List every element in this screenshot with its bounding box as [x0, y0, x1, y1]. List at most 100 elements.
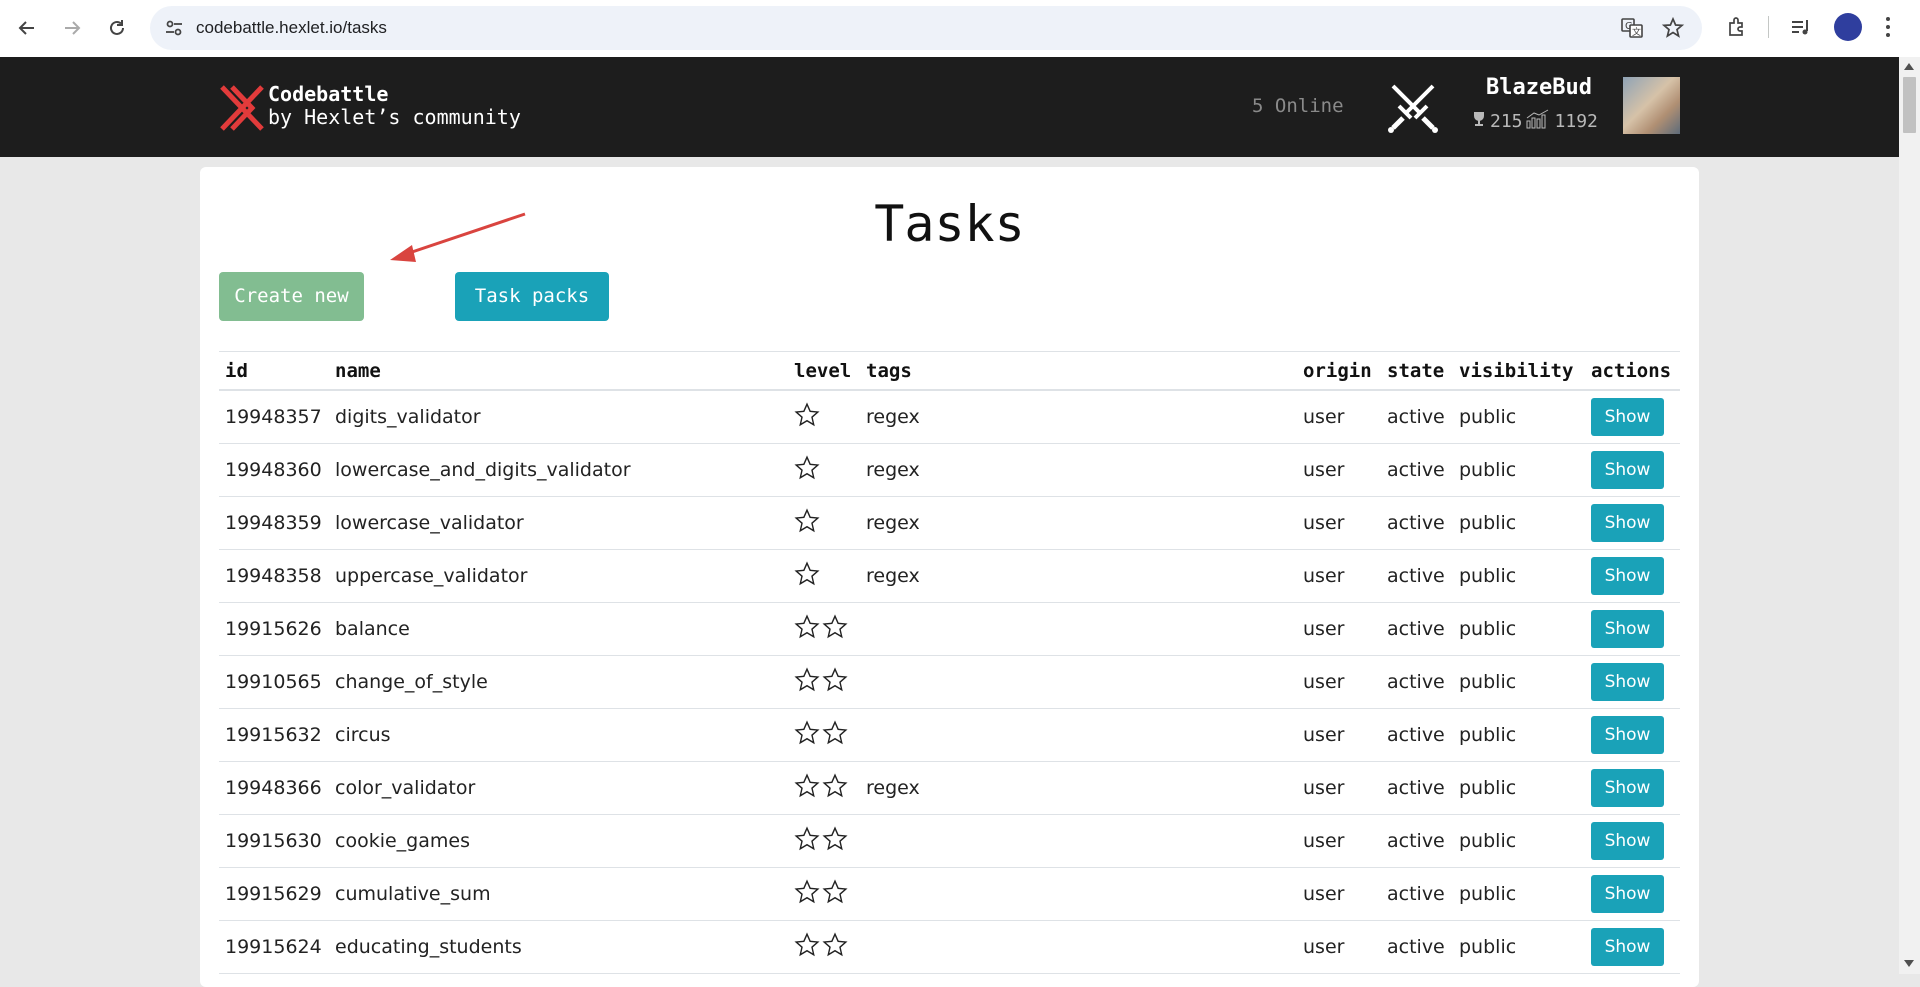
- task-actions: Show: [1585, 549, 1680, 603]
- star-icon: [794, 666, 820, 698]
- svg-text:文: 文: [1632, 26, 1641, 38]
- page-scrollbar[interactable]: [1899, 57, 1920, 974]
- task-id: 19948366: [219, 761, 329, 815]
- show-button[interactable]: Show: [1591, 451, 1664, 489]
- site-info-icon[interactable]: [162, 16, 186, 40]
- column-header-id[interactable]: id: [219, 351, 329, 391]
- task-level: [788, 814, 860, 868]
- table-row: 19948357 digits_validator regex user active p…: [219, 390, 1680, 444]
- create-task-button[interactable]: Create new task: [219, 272, 364, 356]
- show-button[interactable]: Show: [1591, 875, 1664, 913]
- translate-icon[interactable]: G文: [1620, 16, 1644, 40]
- show-button[interactable]: Show: [1591, 557, 1664, 595]
- show-button[interactable]: Show: [1591, 928, 1664, 966]
- crossed-swords-icon[interactable]: [1385, 80, 1441, 136]
- logo-icon[interactable]: [218, 83, 264, 133]
- show-button[interactable]: Show: [1591, 769, 1664, 807]
- task-name: change_of_style: [329, 655, 788, 709]
- scroll-up-arrow[interactable]: [1904, 63, 1914, 70]
- show-button[interactable]: Show: [1591, 398, 1664, 436]
- task-state: active: [1381, 655, 1453, 709]
- task-tags: [860, 814, 1297, 868]
- bookmark-star-icon[interactable]: [1661, 16, 1685, 40]
- task-tags: regex: [860, 761, 1297, 815]
- level-stars: [794, 772, 854, 804]
- task-level: [788, 443, 860, 497]
- task-origin: user: [1297, 390, 1381, 444]
- forward-icon[interactable]: [56, 12, 88, 44]
- column-header-level[interactable]: level: [788, 351, 860, 391]
- task-tags: [860, 867, 1297, 921]
- show-button[interactable]: Show: [1591, 504, 1664, 542]
- task-id: 19948359: [219, 496, 329, 550]
- show-button[interactable]: Show: [1591, 822, 1664, 860]
- star-icon: [822, 878, 848, 910]
- level-stars: [794, 931, 854, 963]
- task-tags: [860, 920, 1297, 974]
- level-stars: [794, 719, 854, 751]
- task-id: 19915626: [219, 602, 329, 656]
- column-header-visibility[interactable]: visibility: [1453, 351, 1585, 391]
- task-origin: user: [1297, 920, 1381, 974]
- task-name: balance: [329, 602, 788, 656]
- task-origin: user: [1297, 443, 1381, 497]
- table-header-row: id name level tags origin state visibili…: [219, 351, 1680, 391]
- scroll-thumb[interactable]: [1903, 77, 1916, 133]
- task-name: lowercase_and_digits_validator: [329, 443, 788, 497]
- task-name: color_validator: [329, 761, 788, 815]
- task-origin: user: [1297, 655, 1381, 709]
- scroll-down-arrow[interactable]: [1904, 960, 1914, 967]
- trophy-count: 215: [1490, 111, 1523, 132]
- table-row: 19948359 lowercase_validator regex user acti…: [219, 496, 1680, 550]
- task-level: [788, 708, 860, 762]
- column-header-tags[interactable]: tags: [860, 351, 1297, 391]
- toolbar-separator: [1768, 16, 1769, 38]
- profile-icon[interactable]: [1834, 13, 1862, 41]
- extensions-icon[interactable]: [1724, 14, 1750, 40]
- column-header-state[interactable]: state: [1381, 351, 1453, 391]
- task-origin: user: [1297, 708, 1381, 762]
- back-icon[interactable]: [11, 12, 43, 44]
- avatar[interactable]: [1623, 77, 1680, 134]
- task-state: active: [1381, 708, 1453, 762]
- show-button[interactable]: Show: [1591, 663, 1664, 701]
- level-stars: [794, 613, 854, 645]
- url-text[interactable]: codebattle.hexlet.io/tasks: [196, 6, 387, 50]
- task-origin: user: [1297, 867, 1381, 921]
- column-header-name[interactable]: name: [329, 351, 788, 391]
- task-visibility: public: [1453, 814, 1585, 868]
- browser-toolbar: codebattle.hexlet.io/tasks G文: [0, 0, 1920, 57]
- star-icon: [794, 931, 820, 963]
- star-icon: [794, 401, 820, 433]
- table-row: 19948358 uppercase_validator regex user acti…: [219, 549, 1680, 603]
- reload-icon[interactable]: [101, 12, 133, 44]
- task-packs-button[interactable]: Task packs: [455, 272, 609, 321]
- table-row: 19915624 educating_students user active publ…: [219, 920, 1680, 974]
- table-row: 19910565 change_of_style user active public S…: [219, 655, 1680, 709]
- table-row: 19915632 circus user active public Show: [219, 708, 1680, 762]
- star-icon: [794, 719, 820, 751]
- task-id: 19948358: [219, 549, 329, 603]
- media-icon[interactable]: [1788, 14, 1814, 40]
- level-stars: [794, 507, 854, 539]
- level-stars: [794, 401, 854, 433]
- task-level: [788, 549, 860, 603]
- logo-text[interactable]: Codebattle by Hexlet’s community: [268, 83, 521, 129]
- task-level: [788, 390, 860, 444]
- logo-title: Codebattle: [268, 82, 389, 106]
- task-level: [788, 920, 860, 974]
- task-id: 19915624: [219, 920, 329, 974]
- task-actions: Show: [1585, 814, 1680, 868]
- task-state: active: [1381, 602, 1453, 656]
- show-button[interactable]: Show: [1591, 610, 1664, 648]
- task-actions: Show: [1585, 761, 1680, 815]
- user-stats: 215 1192: [1471, 109, 1598, 134]
- show-button[interactable]: Show: [1591, 716, 1664, 754]
- column-header-origin[interactable]: origin: [1297, 351, 1381, 391]
- menu-icon[interactable]: [1884, 14, 1892, 40]
- task-tags: regex: [860, 496, 1297, 550]
- online-counter: 5 Online: [1252, 95, 1344, 117]
- task-state: active: [1381, 549, 1453, 603]
- address-bar[interactable]: codebattle.hexlet.io/tasks G文: [150, 6, 1702, 50]
- username[interactable]: BlazeBud: [1486, 75, 1592, 100]
